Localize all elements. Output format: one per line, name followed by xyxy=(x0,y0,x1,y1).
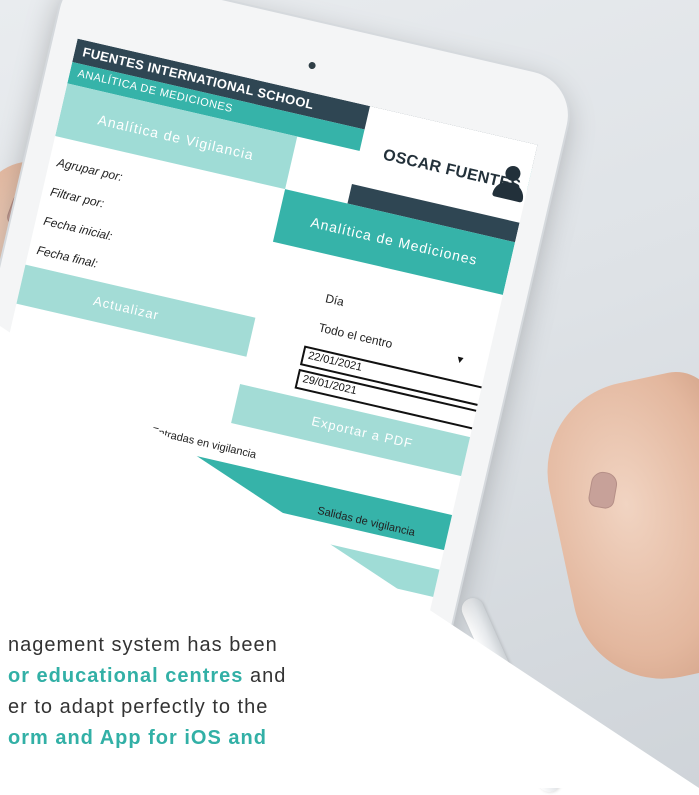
end-date-label: Fecha final: xyxy=(35,243,100,271)
group-by-select[interactable]: Día xyxy=(324,291,345,309)
marketing-line: or educational centres and xyxy=(8,665,287,687)
right-hand xyxy=(530,364,699,696)
filter-by-label: Filtrar por: xyxy=(48,184,106,211)
dropdown-arrow-icon[interactable]: ▼ xyxy=(454,354,466,367)
end-date-value: 29/01/2021 xyxy=(301,373,358,398)
highlight-text: or educational centres xyxy=(8,665,244,687)
filter-by-select[interactable]: Todo el centro xyxy=(317,320,394,351)
start-date-label: Fecha inicial: xyxy=(42,213,114,244)
group-by-label: Agrupar por: xyxy=(55,155,124,185)
update-button-label: Actualizar xyxy=(91,293,161,323)
update-button[interactable]: Actualizar xyxy=(0,260,256,357)
dropdown-arrow-icon[interactable]: ▼ xyxy=(500,395,511,407)
marketing-text: nagement system has been or educational … xyxy=(0,630,368,754)
marketing-line: er to adapt perfectly to the xyxy=(8,696,269,718)
marketing-line: nagement system has been xyxy=(8,634,278,656)
marketing-line: orm and App for iOS and xyxy=(0,723,368,754)
dropdown-arrow-icon[interactable]: ▼ xyxy=(495,419,506,431)
highlight-text: orm and App for iOS and xyxy=(8,727,267,749)
camera-icon xyxy=(307,61,317,70)
user-avatar-icon xyxy=(490,162,529,204)
start-date-value: 22/01/2021 xyxy=(306,349,364,374)
